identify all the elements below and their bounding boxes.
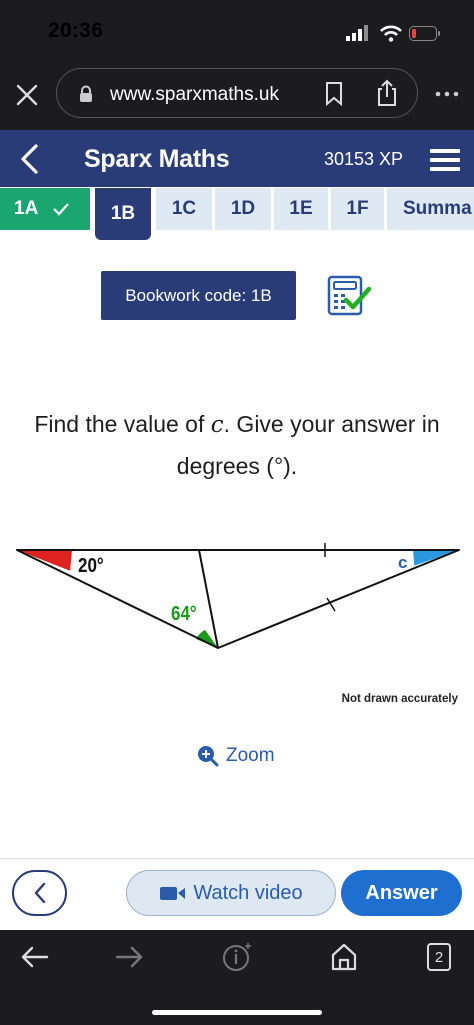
menu-icon[interactable] xyxy=(430,147,460,173)
tab-label: 1E xyxy=(289,198,313,219)
tab-label: Summa xyxy=(403,198,472,219)
zoom-label: Zoom xyxy=(226,745,275,766)
wifi-icon xyxy=(380,25,402,42)
tab-1f[interactable]: 1F xyxy=(331,188,384,230)
status-icons xyxy=(346,25,440,42)
watch-video-label: Watch video xyxy=(193,881,303,904)
back-chevron-icon[interactable] xyxy=(16,143,42,175)
lock-icon xyxy=(80,85,92,102)
home-indicator xyxy=(152,1010,322,1015)
tab-count: 2 xyxy=(434,948,444,966)
question-line2: degrees (°). xyxy=(176,453,298,479)
tab-label: 1A xyxy=(14,198,39,219)
forward-arrow-icon[interactable] xyxy=(114,945,144,969)
tab-label: 1B xyxy=(110,203,136,224)
more-icon[interactable] xyxy=(434,90,460,98)
bookwork-check-icon[interactable] xyxy=(326,274,372,318)
battery-icon xyxy=(409,26,440,41)
tab-1b[interactable]: 1B xyxy=(95,188,151,240)
zoom-button[interactable]: Zoom xyxy=(196,744,275,768)
bookmark-icon[interactable] xyxy=(324,81,344,107)
info-sparkle-icon[interactable] xyxy=(222,941,254,973)
watch-video-button[interactable]: Watch video xyxy=(126,870,336,916)
angle-label-bottom: 64° xyxy=(171,603,197,625)
zoom-in-icon xyxy=(198,746,219,767)
tabs-button[interactable]: 2 xyxy=(427,943,451,971)
chevron-left-icon xyxy=(34,882,45,904)
angle-label-c: c xyxy=(398,553,408,572)
status-time: 20:36 xyxy=(48,19,104,42)
xp-counter: 30153 XP xyxy=(324,149,404,169)
tab-label: 1F xyxy=(346,198,369,219)
bookwork-code: Bookwork code: 1B xyxy=(101,271,296,320)
share-icon[interactable] xyxy=(375,78,399,108)
video-camera-icon xyxy=(160,887,186,900)
previous-button[interactable] xyxy=(12,870,67,916)
answer-button[interactable]: Answer xyxy=(341,870,462,916)
close-icon[interactable] xyxy=(14,82,40,108)
url-text: www.sparxmaths.uk xyxy=(110,84,279,105)
tab-label: 1D xyxy=(230,198,256,219)
back-arrow-icon[interactable] xyxy=(20,945,50,969)
tab-1d[interactable]: 1D xyxy=(215,188,271,230)
tab-summary[interactable]: Summa xyxy=(387,188,474,230)
question-line1-post: . Give your answer in xyxy=(223,411,440,437)
divider xyxy=(0,858,474,859)
question-text: Find the value of c. Give your answer in… xyxy=(0,404,474,487)
angle-label-left: 20° xyxy=(78,555,104,577)
question-line1-pre: Find the value of xyxy=(34,411,211,437)
home-icon[interactable] xyxy=(330,942,358,972)
tab-1a[interactable]: 1A xyxy=(0,188,90,230)
check-icon xyxy=(53,203,70,216)
tab-label: 1C xyxy=(171,198,197,219)
app-title: Sparx Maths xyxy=(84,145,230,173)
signal-icon xyxy=(346,25,368,41)
not-drawn-note: Not drawn accurately xyxy=(341,693,458,705)
question-variable: c xyxy=(210,412,224,438)
tab-1e[interactable]: 1E xyxy=(274,188,328,230)
tab-1c[interactable]: 1C xyxy=(156,188,212,230)
